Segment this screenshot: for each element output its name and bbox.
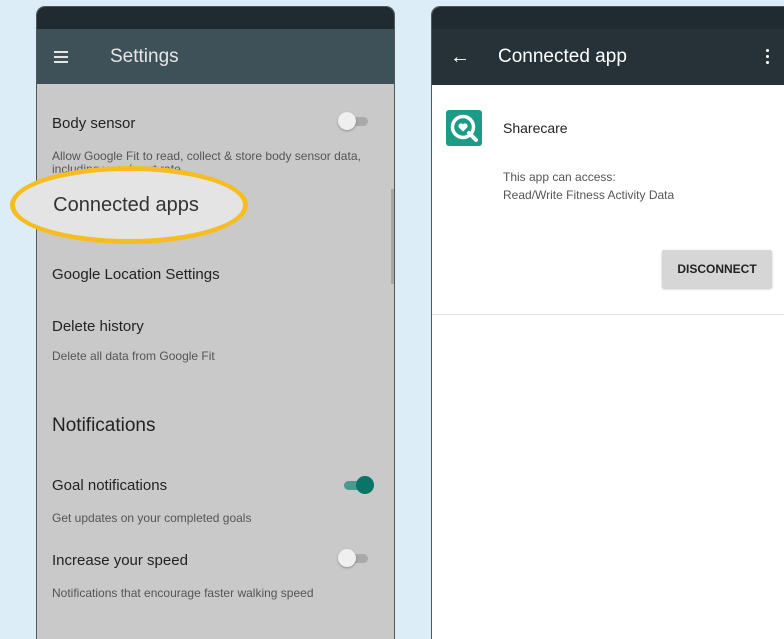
goal-notifications-title[interactable]: Goal notifications xyxy=(52,477,167,494)
increase-speed-toggle[interactable] xyxy=(338,549,370,567)
page-title: Connected app xyxy=(498,46,627,67)
app-card: Sharecare This app can access: Read/Writ… xyxy=(432,85,784,315)
sharecare-logo-icon xyxy=(446,110,482,146)
connected-apps-highlight[interactable]: Connected apps xyxy=(10,166,248,244)
page-title: Settings xyxy=(110,45,179,67)
connected-app-bar: ← Connected app xyxy=(432,29,784,85)
body-sensor-toggle[interactable] xyxy=(338,112,370,130)
status-bar xyxy=(37,7,394,29)
access-label: This app can access: xyxy=(503,170,616,184)
status-bar xyxy=(432,7,784,29)
settings-app-bar: Settings xyxy=(37,29,394,84)
increase-speed-description: Notifications that encourage faster walk… xyxy=(52,586,314,600)
app-name: Sharecare xyxy=(503,120,568,136)
delete-history-item[interactable]: Delete history xyxy=(52,318,144,335)
disconnect-button[interactable]: DISCONNECT xyxy=(662,250,772,288)
increase-speed-title[interactable]: Increase your speed xyxy=(52,552,188,569)
hamburger-menu-icon[interactable] xyxy=(54,50,68,63)
connected-apps-item[interactable]: Connected apps xyxy=(53,194,199,217)
access-permission: Read/Write Fitness Activity Data xyxy=(503,188,675,202)
delete-history-description: Delete all data from Google Fit xyxy=(52,349,215,363)
goal-notifications-toggle[interactable] xyxy=(342,476,374,494)
settings-screen: Settings Body sensor Allow Google Fit to… xyxy=(37,7,394,639)
scrollbar[interactable] xyxy=(391,189,394,284)
back-arrow-icon[interactable]: ← xyxy=(450,46,470,69)
connected-app-screen: ← Connected app Sharecare This app can a… xyxy=(432,7,784,639)
more-vert-icon[interactable] xyxy=(766,49,769,64)
notifications-heading: Notifications xyxy=(52,415,156,436)
body-sensor-title[interactable]: Body sensor xyxy=(52,115,135,132)
google-location-settings-item[interactable]: Google Location Settings xyxy=(52,266,220,283)
goal-notifications-description: Get updates on your completed goals xyxy=(52,511,252,525)
